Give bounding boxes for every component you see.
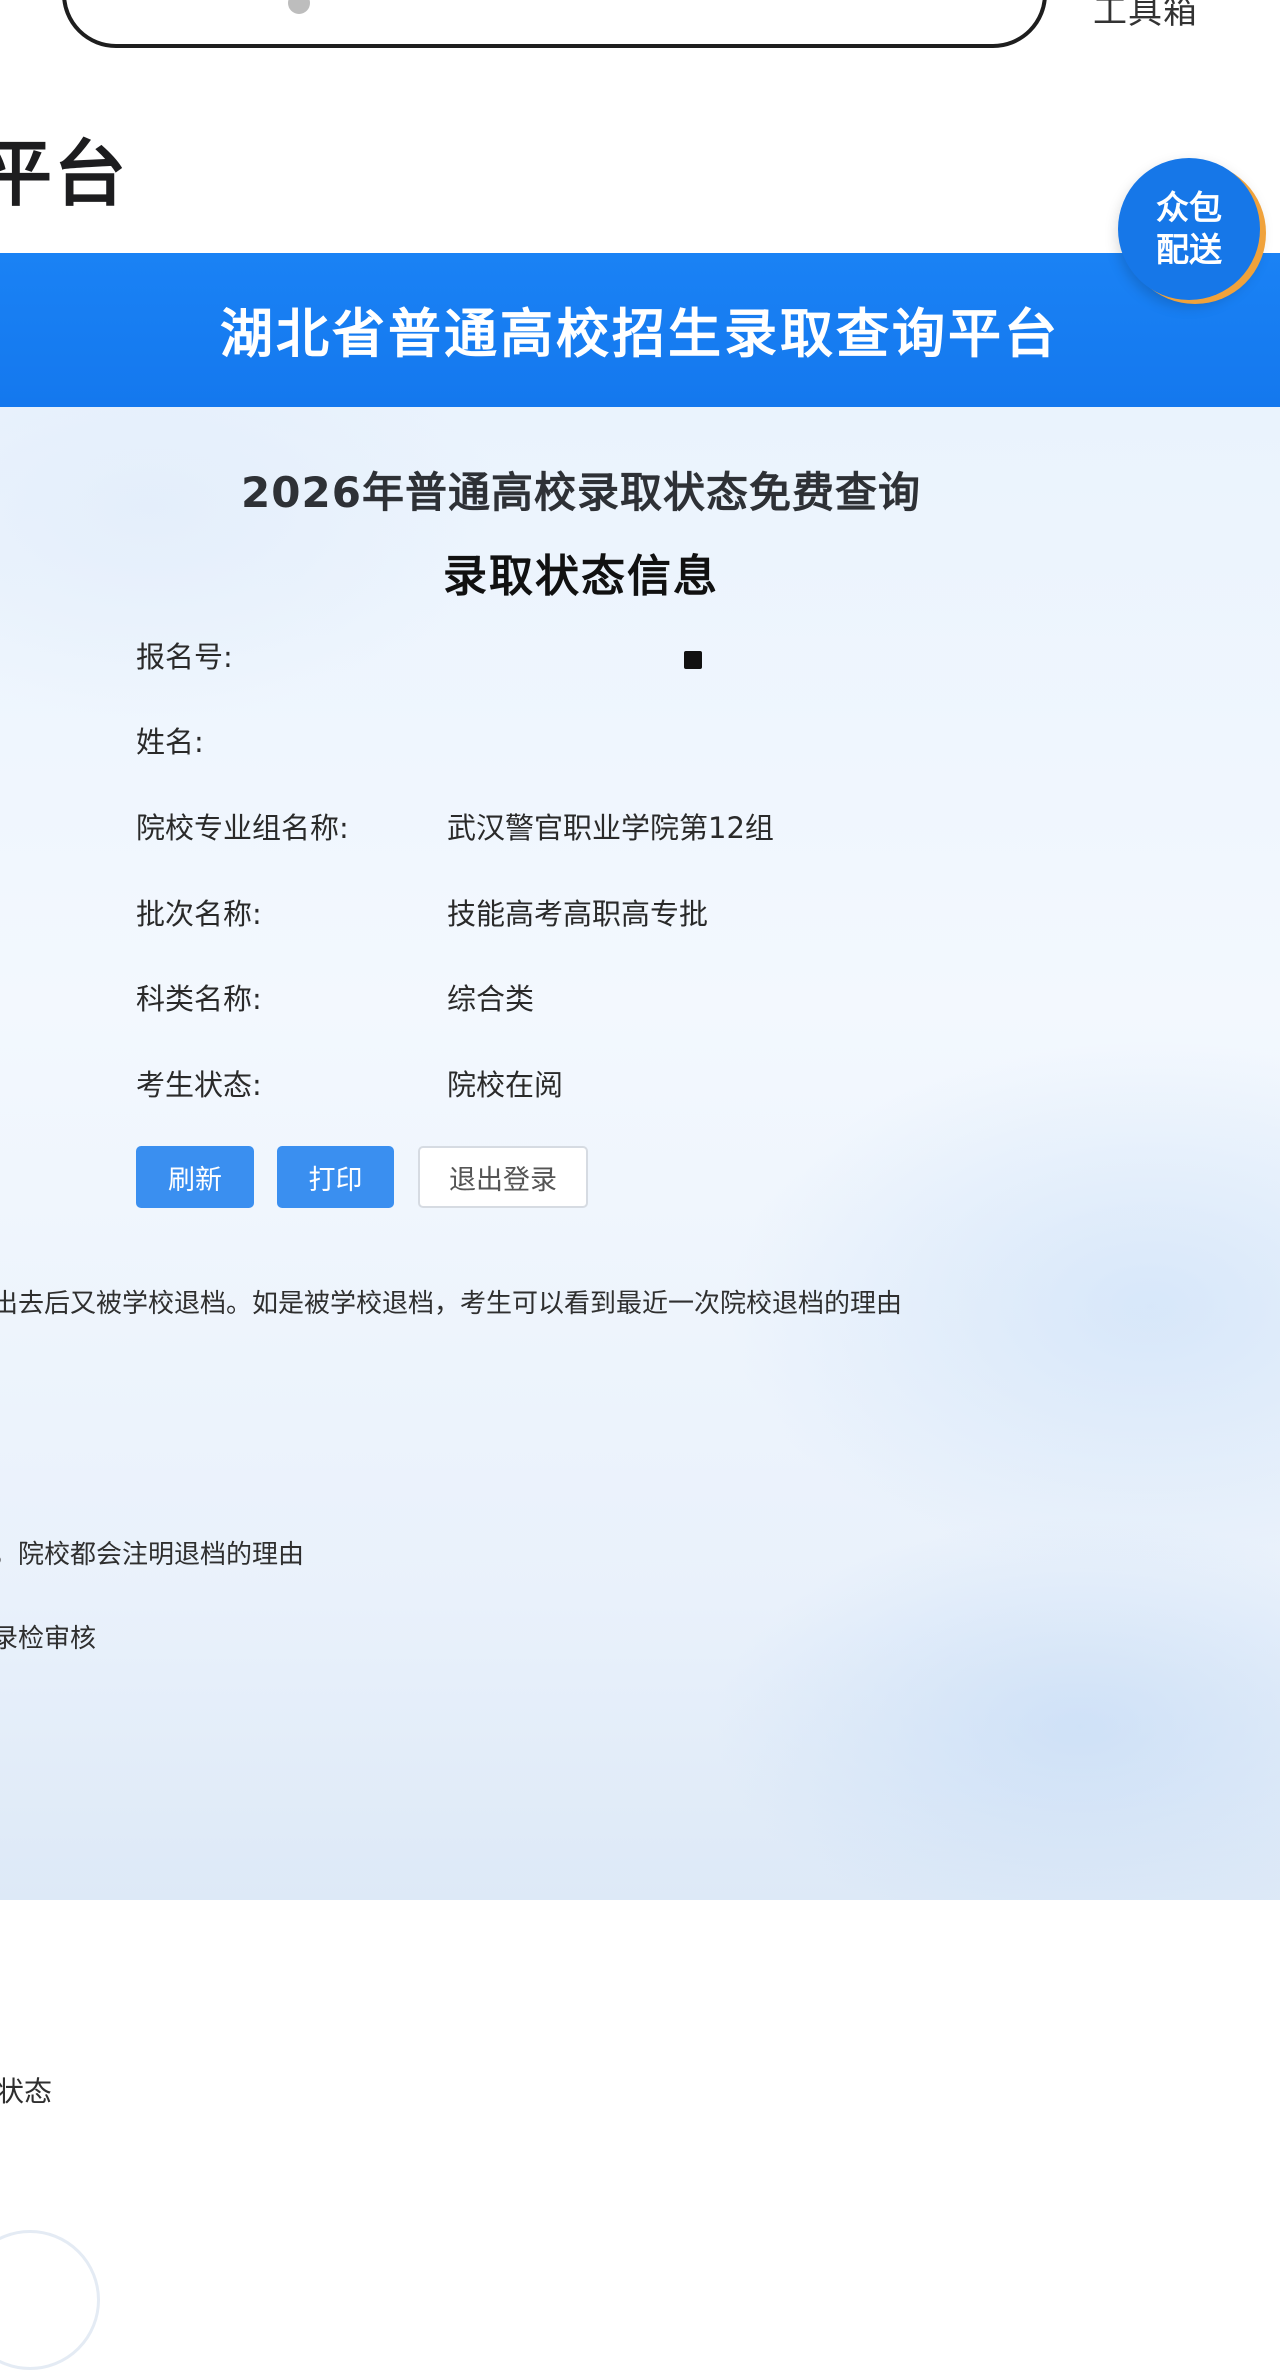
info-value: 院校在阅 — [447, 1068, 564, 1102]
banner-title: 湖北省普通高校招生录取查询平台 — [220, 304, 1060, 365]
search-bar[interactable] — [62, 0, 1047, 48]
info-label: 科类名称: — [136, 982, 262, 1016]
info-label: 姓名: — [136, 725, 204, 759]
panel-heading: 2026年普通高校录取状态免费查询 — [241, 468, 921, 517]
note-line: 录检审核 — [0, 1624, 97, 1654]
logout-button[interactable]: 退出登录 — [418, 1146, 588, 1208]
footer-note: 状态 — [0, 2075, 53, 2108]
refresh-button[interactable]: 刷新 — [136, 1146, 254, 1208]
info-value: 综合类 — [447, 982, 535, 1016]
note-line: ，院校都会注明退档的理由 — [0, 1540, 305, 1570]
toolbox-link[interactable]: 工具箱 — [1093, 0, 1198, 33]
info-value: 技能高考高职高专批 — [447, 897, 709, 931]
decorative-circle — [0, 2230, 100, 2370]
info-value: 武汉警官职业学院第12组 — [447, 811, 774, 845]
info-label: 批次名称: — [136, 897, 262, 931]
search-icon — [288, 0, 310, 14]
print-button[interactable]: 打印 — [277, 1146, 394, 1208]
info-label: 报名号: — [136, 640, 233, 674]
redaction-mark — [684, 651, 702, 669]
badge-text: 众包配送 — [1156, 188, 1222, 269]
banner: 湖北省普通高校招生录取查询平台 — [0, 253, 1280, 407]
note-line: 出去后又被学校退档。如是被学校退档，考生可以看到最近一次院校退档的理由 — [0, 1289, 903, 1319]
panel-subheading: 录取状态信息 — [443, 551, 719, 602]
info-label: 考生状态: — [136, 1068, 262, 1102]
info-label: 院校专业组名称: — [136, 811, 349, 845]
admission-status-panel: 2026年普通高校录取状态免费查询 录取状态信息 报名号: 姓名: 院校专业组名… — [0, 407, 1280, 1900]
crowdsource-delivery-badge[interactable]: 众包配送 — [1118, 158, 1260, 300]
site-title: 平台 — [0, 132, 129, 216]
